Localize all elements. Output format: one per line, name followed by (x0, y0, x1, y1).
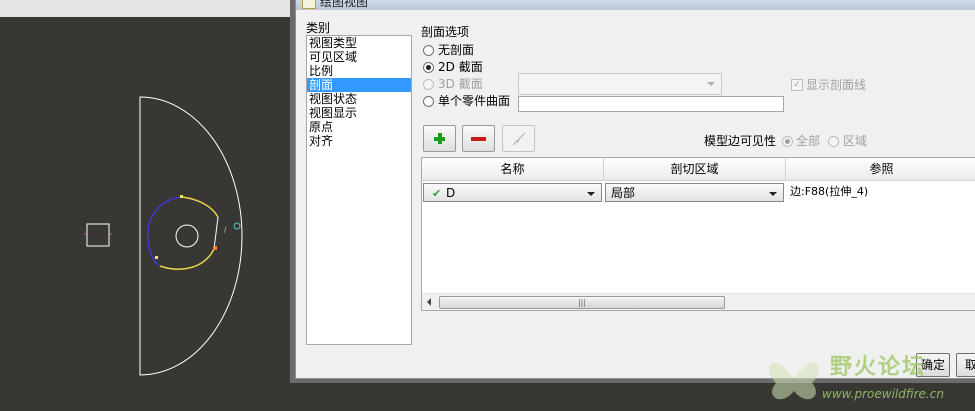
watermark-url: www.proewildfire.cn (822, 387, 944, 401)
watermark-text: 野火论坛 (830, 355, 927, 380)
radio-3d-section-label: 3D 截面 (438, 77, 483, 91)
arrow-icon (512, 132, 526, 146)
row-region-dropdown[interactable]: 局部 (605, 183, 784, 202)
radio-no-section-label: 无剖面 (438, 43, 475, 57)
radio-visibility-all[interactable] (782, 136, 793, 147)
yellow-curve-bottom (159, 248, 215, 270)
category-heading: 类别 (306, 21, 331, 35)
single-part-surface-field[interactable] (518, 96, 784, 112)
column-header-cut-region[interactable]: 剖切区域 (604, 158, 786, 181)
sections-table: 名称 剖切区域 参照 ✔ D 局部 边:F88(拉伸_4) ||| (421, 157, 975, 311)
forum-watermark: 野火论坛 www.proewildfire.cn (760, 343, 975, 411)
butterfly-logo-icon (769, 362, 819, 400)
orange-vertex-marker (213, 246, 217, 250)
radio-2d-section[interactable] (423, 62, 434, 73)
yellow-vertex-marker-2 (155, 256, 158, 259)
radio-no-section[interactable] (423, 45, 434, 56)
graphics-viewport[interactable]: / (0, 17, 291, 411)
scroll-left-arrow-icon[interactable] (427, 298, 431, 306)
radio-2d-section-label: 2D 截面 (438, 60, 483, 74)
row-reference-value[interactable]: 边:F88(拉伸_4) (790, 185, 868, 199)
row-region-value: 局部 (611, 186, 636, 200)
column-header-reference[interactable]: 参照 (786, 158, 975, 181)
plus-icon-vertical (438, 133, 442, 144)
radio-visibility-area[interactable] (828, 136, 839, 147)
graphics-toolbar-strip (0, 0, 291, 18)
chevron-down-icon (769, 192, 777, 196)
horizontal-scrollbar[interactable]: ||| (422, 293, 975, 310)
category-list[interactable]: 视图类型 可见区域 比例 剖面 视图状态 视图显示 原点 对齐 (306, 35, 412, 345)
minus-icon (471, 137, 486, 141)
cyan-point-marker (233, 222, 241, 230)
add-section-button[interactable] (423, 125, 456, 152)
check-icon: ✔ (432, 187, 442, 200)
chevron-down-icon (707, 82, 715, 86)
right-edge-line (213, 216, 219, 250)
small-square-marker (86, 223, 110, 247)
radio-3d-section[interactable] (423, 79, 434, 90)
show-section-lines-label: 显示剖面线 (806, 78, 867, 92)
section-3d-dropdown[interactable] (518, 73, 722, 95)
radio-visibility-area-label: 区域 (843, 134, 868, 148)
drawing-view-dialog: 绘图视图 类别 视图类型 可见区域 比例 剖面 视图状态 视图显示 原点 对齐 … (295, 0, 975, 379)
category-item-view-type[interactable]: 视图类型 (307, 36, 411, 50)
yellow-curve-top (181, 196, 219, 218)
column-header-name[interactable]: 名称 (422, 158, 604, 181)
row-name-value: D (446, 186, 456, 200)
yellow-vertex-marker (180, 195, 183, 198)
arrow-direction-button[interactable] (502, 125, 535, 152)
row-name-dropdown[interactable]: ✔ D (423, 183, 602, 202)
window-icon (302, 0, 316, 9)
category-item-sections[interactable]: 剖面 (307, 78, 411, 92)
radio-visibility-all-label: 全部 (796, 134, 821, 148)
model-edge-visibility-label: 模型边可见性 (704, 134, 777, 148)
scrollbar-thumb[interactable]: ||| (439, 296, 725, 309)
section-options-heading: 剖面选项 (421, 25, 470, 39)
drawing-view: / (84, 96, 243, 376)
semicircle-outline (139, 96, 243, 376)
category-item-alignment[interactable]: 对齐 (307, 134, 411, 148)
remove-section-button[interactable] (462, 125, 495, 152)
chevron-down-icon (587, 192, 595, 196)
center-hole (175, 224, 199, 248)
show-section-lines-checkbox[interactable]: ✓ (791, 79, 803, 91)
dialog-titlebar[interactable]: 绘图视图 (296, 0, 975, 10)
category-item-view-display[interactable]: 视图显示 (307, 106, 411, 120)
radio-single-part-surface-label: 单个零件曲面 (438, 94, 511, 108)
edge-tick-label: / (224, 226, 227, 234)
radio-single-part-surface[interactable] (423, 96, 434, 107)
category-item-view-states[interactable]: 视图状态 (307, 92, 411, 106)
category-item-scale[interactable]: 比例 (307, 64, 411, 78)
category-item-origin[interactable]: 原点 (307, 120, 411, 134)
category-item-visible-area[interactable]: 可见区域 (307, 50, 411, 64)
dialog-title: 绘图视图 (320, 0, 369, 9)
